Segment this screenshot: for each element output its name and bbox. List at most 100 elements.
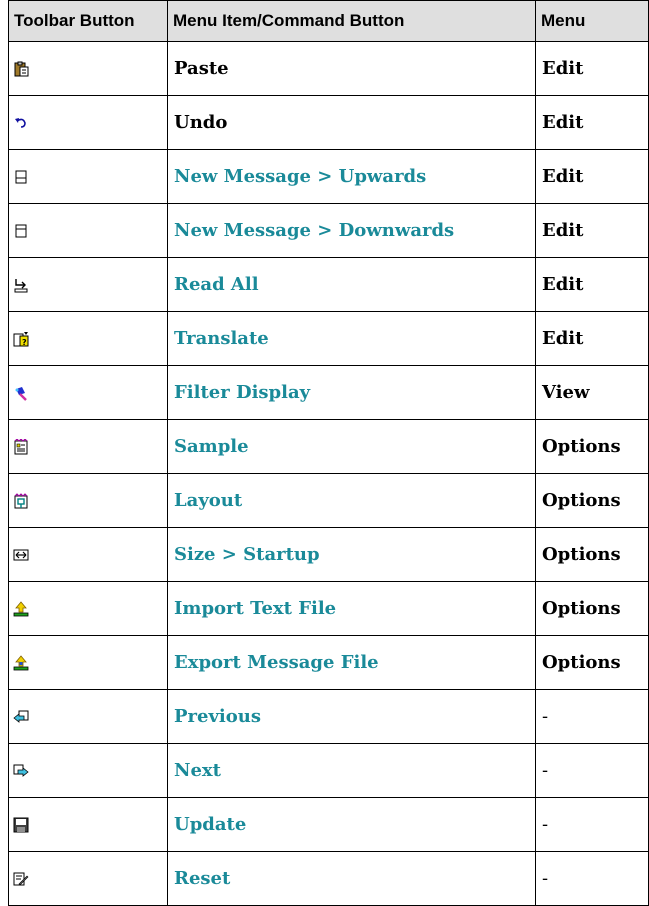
command-link[interactable]: Reset xyxy=(174,868,230,889)
menu-cell: View xyxy=(535,365,649,420)
command-link[interactable]: New Message > Upwards xyxy=(174,166,426,187)
translate-icon[interactable]: ? xyxy=(13,331,29,347)
sample-icon[interactable] xyxy=(13,439,29,455)
toolbar-button-cell xyxy=(8,41,168,96)
toolbar-button-cell xyxy=(8,527,168,582)
menu-cell: Edit xyxy=(535,203,649,258)
table-row: Import Text File Options xyxy=(8,581,649,636)
table-row: Layout Options xyxy=(8,473,649,528)
toolbar-button-cell xyxy=(8,365,168,420)
command-cell: Reset xyxy=(167,851,536,906)
command-cell: Export Message File xyxy=(167,635,536,690)
svg-text:?: ? xyxy=(22,338,27,347)
command-cell: Sample xyxy=(167,419,536,474)
menu-cell: - xyxy=(535,851,649,906)
menu-label: Edit xyxy=(542,112,584,133)
menu-label: - xyxy=(542,868,549,889)
command-cell: New Message > Downwards xyxy=(167,203,536,258)
table-row: Paste Edit xyxy=(8,41,649,96)
command-label: Undo xyxy=(174,112,228,133)
menu-cell: Options xyxy=(535,527,649,582)
command-link[interactable]: Update xyxy=(174,814,246,835)
command-cell: Undo xyxy=(167,95,536,150)
command-cell: Filter Display xyxy=(167,365,536,420)
table-row: Sample Options xyxy=(8,419,649,474)
command-cell: Read All xyxy=(167,257,536,312)
read-all-icon[interactable] xyxy=(13,277,29,293)
header-menu-item: Menu Item/Command Button xyxy=(167,0,536,42)
reset-icon[interactable] xyxy=(13,871,29,887)
command-link[interactable]: Translate xyxy=(174,328,269,349)
update-icon[interactable] xyxy=(13,817,29,833)
menu-label: View xyxy=(542,382,590,403)
command-link[interactable]: Sample xyxy=(174,436,249,457)
size-startup-icon[interactable] xyxy=(13,547,29,563)
command-link[interactable]: New Message > Downwards xyxy=(174,220,454,241)
menu-label: - xyxy=(542,814,549,835)
table-row: Next - xyxy=(8,743,649,798)
menu-label: Edit xyxy=(542,328,584,349)
new-message-upwards-icon[interactable] xyxy=(13,169,29,185)
table-row: Read All Edit xyxy=(8,257,649,312)
table-row: Undo Edit xyxy=(8,95,649,150)
command-link[interactable]: Previous xyxy=(174,706,261,727)
menu-cell: - xyxy=(535,743,649,798)
command-cell: Next xyxy=(167,743,536,798)
filter-display-icon[interactable] xyxy=(13,385,29,401)
import-text-file-icon[interactable] xyxy=(13,601,29,617)
menu-label: Edit xyxy=(542,274,584,295)
paste-icon[interactable] xyxy=(13,61,29,77)
menu-cell: Edit xyxy=(535,311,649,366)
table-row: Filter Display View xyxy=(8,365,649,420)
command-label: Paste xyxy=(174,58,229,79)
export-message-file-icon[interactable] xyxy=(13,655,29,671)
command-link[interactable]: Filter Display xyxy=(174,382,310,403)
previous-icon[interactable] xyxy=(13,709,29,725)
new-message-downwards-icon[interactable] xyxy=(13,223,29,239)
menu-cell: Options xyxy=(535,419,649,474)
command-cell: Layout xyxy=(167,473,536,528)
command-link[interactable]: Import Text File xyxy=(174,598,336,619)
table-row: Export Message File Options xyxy=(8,635,649,690)
menu-label: Options xyxy=(542,652,621,673)
menu-cell: - xyxy=(535,797,649,852)
command-cell: Paste xyxy=(167,41,536,96)
toolbar-button-cell xyxy=(8,851,168,906)
toolbar-button-cell: ? xyxy=(8,311,168,366)
menu-cell: - xyxy=(535,689,649,744)
table-row: New Message > Upwards Edit xyxy=(8,149,649,204)
menu-label: Edit xyxy=(542,58,584,79)
toolbar-button-cell xyxy=(8,635,168,690)
command-link[interactable]: Read All xyxy=(174,274,259,295)
table-row: New Message > Downwards Edit xyxy=(8,203,649,258)
menu-cell: Edit xyxy=(535,95,649,150)
menu-cell: Options xyxy=(535,581,649,636)
menu-cell: Options xyxy=(535,635,649,690)
command-link[interactable]: Layout xyxy=(174,490,242,511)
header-menu: Menu xyxy=(535,0,649,42)
command-link[interactable]: Size > Startup xyxy=(174,544,320,565)
menu-label: Options xyxy=(542,544,621,565)
header-toolbar-button: Toolbar Button xyxy=(8,0,168,42)
command-link[interactable]: Export Message File xyxy=(174,652,379,673)
menu-cell: Edit xyxy=(535,149,649,204)
undo-icon[interactable] xyxy=(13,115,29,131)
next-icon[interactable] xyxy=(13,763,29,779)
menu-label: Options xyxy=(542,598,621,619)
table-header-row: Toolbar Button Menu Item/Command Button … xyxy=(8,0,649,42)
command-cell: Size > Startup xyxy=(167,527,536,582)
layout-icon[interactable] xyxy=(13,493,29,509)
table-row: Size > Startup Options xyxy=(8,527,649,582)
toolbar-button-cell xyxy=(8,203,168,258)
command-link[interactable]: Next xyxy=(174,760,221,781)
toolbar-button-cell xyxy=(8,149,168,204)
table-row: Reset - xyxy=(8,851,649,906)
menu-label: Edit xyxy=(542,220,584,241)
menu-label: Options xyxy=(542,436,621,457)
table-row: Update - xyxy=(8,797,649,852)
command-cell: Translate xyxy=(167,311,536,366)
menu-label: - xyxy=(542,760,549,781)
table-row: ? Translate Edit xyxy=(8,311,649,366)
menu-cell: Edit xyxy=(535,41,649,96)
menu-label: Edit xyxy=(542,166,584,187)
